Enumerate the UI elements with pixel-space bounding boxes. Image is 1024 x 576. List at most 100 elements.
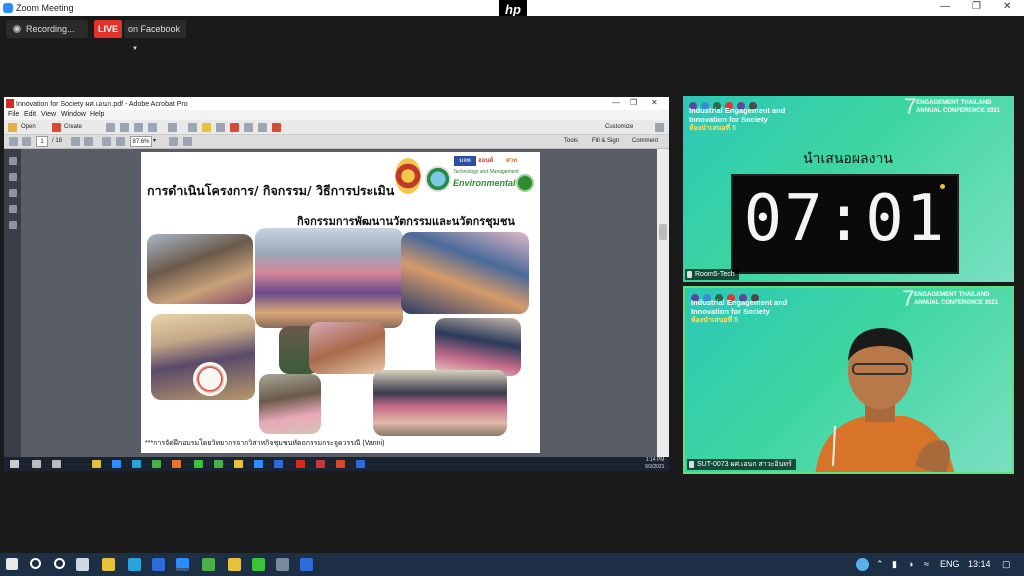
restore-icon[interactable]: ❐ xyxy=(972,1,981,12)
mail-icon[interactable] xyxy=(152,558,165,571)
restore-icon[interactable]: ❐ xyxy=(630,98,637,107)
create-button[interactable]: Create xyxy=(64,122,82,133)
folder-icon[interactable] xyxy=(228,558,241,571)
fit-page-icon[interactable] xyxy=(169,137,178,146)
highlight-icon[interactable] xyxy=(230,123,239,132)
close-icon[interactable]: ✕ xyxy=(651,98,658,107)
slide-footnote: ***การจัดฝึกอบรมโดยวิทยากรจากวิสาหกิจชุม… xyxy=(145,440,385,447)
workshop-photo-6 xyxy=(309,322,385,374)
zoom-level-input[interactable]: 87.6% xyxy=(130,136,152,147)
edge-icon[interactable] xyxy=(128,558,141,571)
session-room: ห้องนำเสนอที่ 5 xyxy=(691,317,739,324)
notifications-icon[interactable]: ▢ xyxy=(1002,559,1011,570)
comment-icon[interactable] xyxy=(168,123,177,132)
hand-icon[interactable] xyxy=(84,137,93,146)
sponsor-logos xyxy=(691,289,763,302)
export-icon[interactable] xyxy=(272,123,281,132)
weather-icon[interactable] xyxy=(856,558,869,571)
menu-file[interactable]: File xyxy=(8,111,19,118)
expand-icon[interactable] xyxy=(655,123,664,132)
chevron-down-icon: ▼ xyxy=(132,46,138,52)
comment-button[interactable]: Comment xyxy=(632,136,658,147)
windows-start-icon xyxy=(10,460,19,468)
scrollbar-thumb[interactable] xyxy=(659,224,667,240)
app-icon[interactable] xyxy=(276,558,289,571)
pdf-page: มจพ ฮอนด์ ศวท Technology and Management … xyxy=(141,152,540,453)
open-folder-icon xyxy=(8,123,17,132)
acrobat-toolbar: Open Create Customize xyxy=(4,120,669,135)
file-explorer-icon[interactable] xyxy=(102,558,115,571)
language-indicator[interactable]: ENG xyxy=(940,559,960,569)
windows-start-icon[interactable] xyxy=(6,558,18,570)
workshop-photo-9 xyxy=(373,370,507,436)
cortana-icon[interactable] xyxy=(54,558,65,569)
chevron-down-icon[interactable]: ▾ xyxy=(153,136,156,147)
recording-label: Recording... xyxy=(26,24,75,34)
chrome-icon xyxy=(152,460,161,468)
session-line1: Industrial Engagement and xyxy=(691,298,788,307)
select-icon[interactable] xyxy=(71,137,80,146)
layers-icon[interactable] xyxy=(9,205,17,213)
menu-view[interactable]: View xyxy=(41,111,56,118)
open-button[interactable]: Open xyxy=(21,122,36,133)
acrobat-icon xyxy=(296,460,305,468)
minimize-icon[interactable]: — xyxy=(612,98,620,107)
menu-edit[interactable]: Edit xyxy=(24,111,36,118)
tools-button[interactable]: Tools xyxy=(564,136,578,147)
environmental-logo-text: Environmental xyxy=(453,178,516,188)
page-thumbnails-icon[interactable] xyxy=(9,157,17,165)
page-number-input[interactable]: 1 xyxy=(36,136,48,147)
signatures-icon[interactable] xyxy=(9,221,17,229)
workshop-photo-8 xyxy=(259,374,321,434)
sticky-note-icon[interactable] xyxy=(202,123,211,132)
network-icon[interactable]: ◑ xyxy=(908,559,913,569)
line-icon[interactable] xyxy=(252,558,265,571)
sign-icon[interactable] xyxy=(258,123,267,132)
fit-width-icon[interactable] xyxy=(183,137,192,146)
save-icon[interactable] xyxy=(106,123,115,132)
wifi-icon[interactable]: ≈ xyxy=(924,559,929,569)
shared-screen-clock: 1:14 PM 9/3/2021 xyxy=(645,457,664,471)
battery-icon[interactable]: ▮ xyxy=(892,559,897,570)
print-icon[interactable] xyxy=(120,123,129,132)
upload-icon[interactable] xyxy=(148,123,157,132)
recording-button[interactable]: Recording... xyxy=(6,20,88,38)
workshop-photo-1 xyxy=(147,234,253,304)
zoom-taskbar-icon[interactable] xyxy=(176,558,189,571)
next-page-icon[interactable] xyxy=(22,137,31,146)
settings-icon[interactable] xyxy=(188,123,197,132)
task-view-icon[interactable] xyxy=(76,558,89,571)
chrome-icon[interactable] xyxy=(202,558,215,571)
attach-icon[interactable] xyxy=(244,123,253,132)
video-icon xyxy=(316,460,325,468)
conference-badge: 7 ENGAGEMENT THAILAND ANNUAL CONFERENCE … xyxy=(904,96,1000,118)
video-tile-room5[interactable]: Industrial Engagement and Innovation for… xyxy=(683,96,1014,282)
customize-dropdown[interactable]: Customize xyxy=(605,122,633,133)
bookmarks-icon[interactable] xyxy=(9,173,17,181)
zoom-app-icon xyxy=(3,3,13,13)
email-icon[interactable] xyxy=(134,123,143,132)
menu-help[interactable]: Help xyxy=(90,111,104,118)
attachments-icon[interactable] xyxy=(9,189,17,197)
embroidery-hoop-image xyxy=(193,362,227,396)
prev-page-icon[interactable] xyxy=(9,137,18,146)
photos-icon[interactable] xyxy=(300,558,313,571)
participant-name-bar: Room5-Tech xyxy=(685,269,739,280)
chevron-up-icon[interactable]: ⌃ xyxy=(876,559,884,570)
stamp-icon[interactable] xyxy=(216,123,225,132)
sponsor-logos xyxy=(689,97,761,110)
zoom-in-icon[interactable] xyxy=(116,137,125,146)
clock[interactable]: 13:14 xyxy=(968,559,991,569)
minimize-icon[interactable]: — xyxy=(940,1,950,12)
search-icon[interactable] xyxy=(30,558,41,569)
close-icon[interactable]: ✕ xyxy=(1003,1,1011,12)
document-scrollbar[interactable] xyxy=(657,149,669,457)
video-tile-speaker[interactable]: Industrial Engagement and Innovation for… xyxy=(683,286,1014,474)
pin-icon xyxy=(687,271,692,278)
zoom-out-icon[interactable] xyxy=(102,137,111,146)
workshop-photo-3 xyxy=(401,232,529,314)
menu-window[interactable]: Window xyxy=(61,111,86,118)
live-target-dropdown[interactable]: on Facebook ▼ xyxy=(124,20,186,52)
fill-sign-button[interactable]: Fill & Sign xyxy=(592,136,619,147)
timer-label: นำเสนอผลงาน xyxy=(803,150,893,166)
